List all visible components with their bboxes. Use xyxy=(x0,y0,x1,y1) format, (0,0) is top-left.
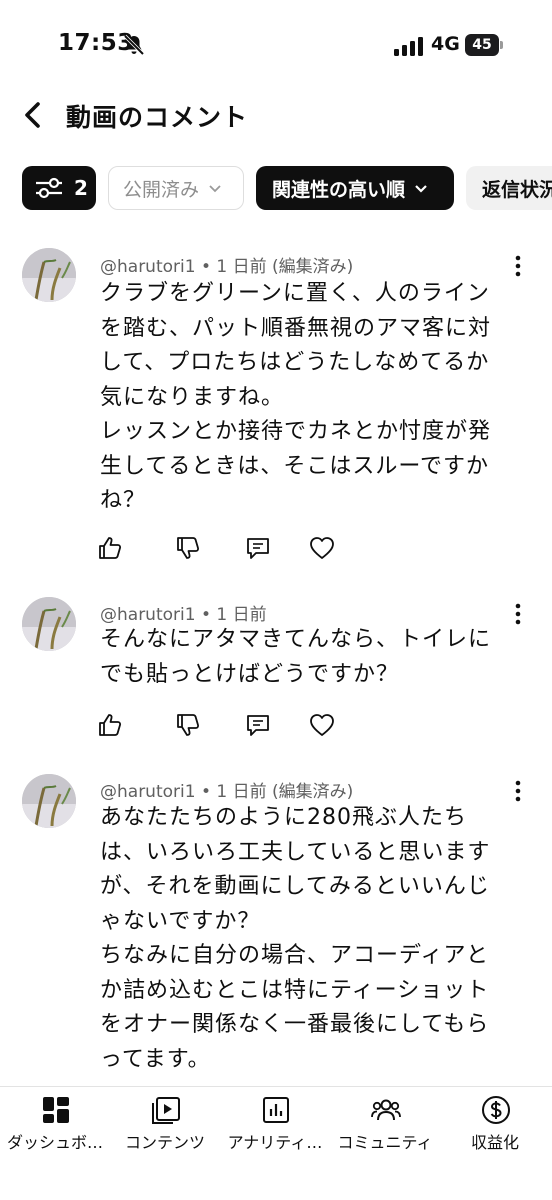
heart-icon[interactable] xyxy=(308,711,336,739)
comment-line: ちなみに自分の場合、アコーディアと xyxy=(100,943,490,968)
comment-line: 生してるときは、そこはスルーですか xyxy=(100,453,490,479)
avatar[interactable] xyxy=(22,597,76,651)
like-icon[interactable] xyxy=(96,711,124,739)
bottom-nav: ダッシュボ… コンテンツ アナリティ… コミュニティ 収益化 xyxy=(0,1086,552,1200)
chevron-down-icon xyxy=(415,185,427,193)
meta-separator: • xyxy=(200,605,217,625)
nav-label: アナリティ… xyxy=(227,1133,323,1152)
comment-edited: (編集済み) xyxy=(272,257,354,277)
reply-status-label: 返信状況 xyxy=(482,178,552,201)
filter-button[interactable]: 2 xyxy=(22,166,96,210)
nav-item-analytics[interactable]: アナリティ… xyxy=(220,1087,330,1167)
comment-author[interactable]: @harutori1 xyxy=(100,782,196,802)
avatar-image xyxy=(22,248,76,302)
avatar[interactable] xyxy=(22,248,76,302)
comment-actions xyxy=(96,534,356,564)
comment-text: クラブをグリーンに置く、人のライン を踏む、パット順番無視のアマ客に対 して、プ… xyxy=(100,277,500,519)
comment-line: が、それを動画にしてみるといいんじ xyxy=(100,874,490,899)
monetization-icon xyxy=(482,1096,510,1124)
reply-status-chip[interactable]: 返信状況 xyxy=(466,166,552,210)
comment-author[interactable]: @harutori1 xyxy=(100,605,196,625)
comment-line: 気になりますね。 xyxy=(100,384,285,410)
sliders-icon xyxy=(36,177,62,199)
reply-icon[interactable] xyxy=(244,534,272,562)
battery-icon: 45 xyxy=(465,34,503,56)
network-label: 4G xyxy=(431,33,460,55)
page-title: 動画のコメント xyxy=(66,103,249,132)
comment-meta: @harutori1 • 1 日前 (編集済み) xyxy=(100,252,353,277)
reply-icon[interactable] xyxy=(244,711,272,739)
bell-muted-icon xyxy=(123,34,145,56)
comment-line: は、いろいろ工夫していると思います xyxy=(100,839,491,865)
comment-meta: @harutori1 • 1 日前 xyxy=(100,600,267,625)
nav-label: 収益化 xyxy=(470,1133,519,1152)
avatar-image xyxy=(22,774,76,828)
community-icon xyxy=(371,1099,401,1121)
back-arrow-icon[interactable] xyxy=(18,100,48,130)
dashboard-icon xyxy=(43,1097,69,1123)
comment-author[interactable]: @harutori1 xyxy=(100,257,196,277)
like-icon[interactable] xyxy=(96,534,124,562)
comment-line: か詰め込むとこは特にティーショット xyxy=(100,977,490,1003)
content-icon xyxy=(152,1097,180,1124)
comment-meta: @harutori1 • 1 日前 (編集済み) xyxy=(100,777,353,802)
comment-time: 1 日前 xyxy=(216,782,267,802)
more-vert-icon[interactable] xyxy=(508,254,528,278)
comment-line: をオナー関係なく一番最後にしてもら xyxy=(100,1012,490,1037)
sort-chip[interactable]: 関連性の高い順 xyxy=(256,166,454,210)
comment-line: を踏む、パット順番無視のアマ客に対 xyxy=(100,315,492,341)
comment-line: ってます。 xyxy=(100,1046,211,1072)
comment-text: そんなにアタマきてんなら、トイレに でも貼っとけばどうですか？ xyxy=(100,623,500,692)
dislike-icon[interactable] xyxy=(174,534,202,562)
comment-line: して、プロたちはどうたしなめてるか xyxy=(100,350,490,375)
filter-count: 2 xyxy=(74,176,88,200)
header: 動画のコメント xyxy=(0,90,552,150)
comment-line: あなたたちのように280飛ぶ人たち xyxy=(100,805,467,830)
filter-chips: 2 公開済み 関連性の高い順 返信状況 xyxy=(0,166,552,212)
sort-label: 関連性の高い順 xyxy=(272,178,406,201)
nav-item-monetization[interactable]: 収益化 xyxy=(440,1087,550,1167)
published-chip[interactable]: 公開済み xyxy=(108,166,244,210)
published-label: 公開済み xyxy=(123,178,200,201)
avatar[interactable] xyxy=(22,774,76,828)
meta-separator: • xyxy=(200,257,217,277)
chevron-down-icon xyxy=(209,185,221,193)
analytics-icon xyxy=(263,1097,289,1123)
comment-line: レッスンとか接待でカネとか忖度が発 xyxy=(100,419,492,444)
avatar-image xyxy=(22,597,76,651)
comment-time: 1 日前 xyxy=(216,257,267,277)
nav-item-content[interactable]: コンテンツ xyxy=(110,1087,220,1167)
battery-level: 45 xyxy=(465,34,499,56)
comment-actions xyxy=(96,711,356,741)
comment-line: でも貼っとけばどうですか？ xyxy=(100,661,400,687)
nav-item-dashboard[interactable]: ダッシュボ… xyxy=(0,1087,110,1167)
more-vert-icon[interactable] xyxy=(508,779,528,803)
signal-icon xyxy=(394,37,423,56)
comment-text: あなたたちのように280飛ぶ人たち は、いろいろ工夫していると思います が、それ… xyxy=(100,801,500,1077)
comment-time: 1 日前 xyxy=(216,605,267,625)
dislike-icon[interactable] xyxy=(174,711,202,739)
nav-label: コミュニティ xyxy=(337,1133,433,1152)
heart-icon[interactable] xyxy=(308,534,336,562)
comment-line: ね？ xyxy=(100,488,147,513)
comment-line: クラブをグリーンに置く、人のライン xyxy=(100,281,490,306)
more-vert-icon[interactable] xyxy=(508,602,528,626)
comment-line: そんなにアタマきてんなら、トイレに xyxy=(100,627,492,652)
nav-item-community[interactable]: コミュニティ xyxy=(330,1087,440,1167)
meta-separator: • xyxy=(200,782,217,802)
nav-label: コンテンツ xyxy=(124,1133,205,1152)
comment-edited: (編集済み) xyxy=(272,782,354,802)
comment-line: ゃないですか？ xyxy=(100,908,261,934)
nav-label: ダッシュボ… xyxy=(6,1133,103,1152)
status-bar: 17:53 4G 45 xyxy=(0,0,552,90)
